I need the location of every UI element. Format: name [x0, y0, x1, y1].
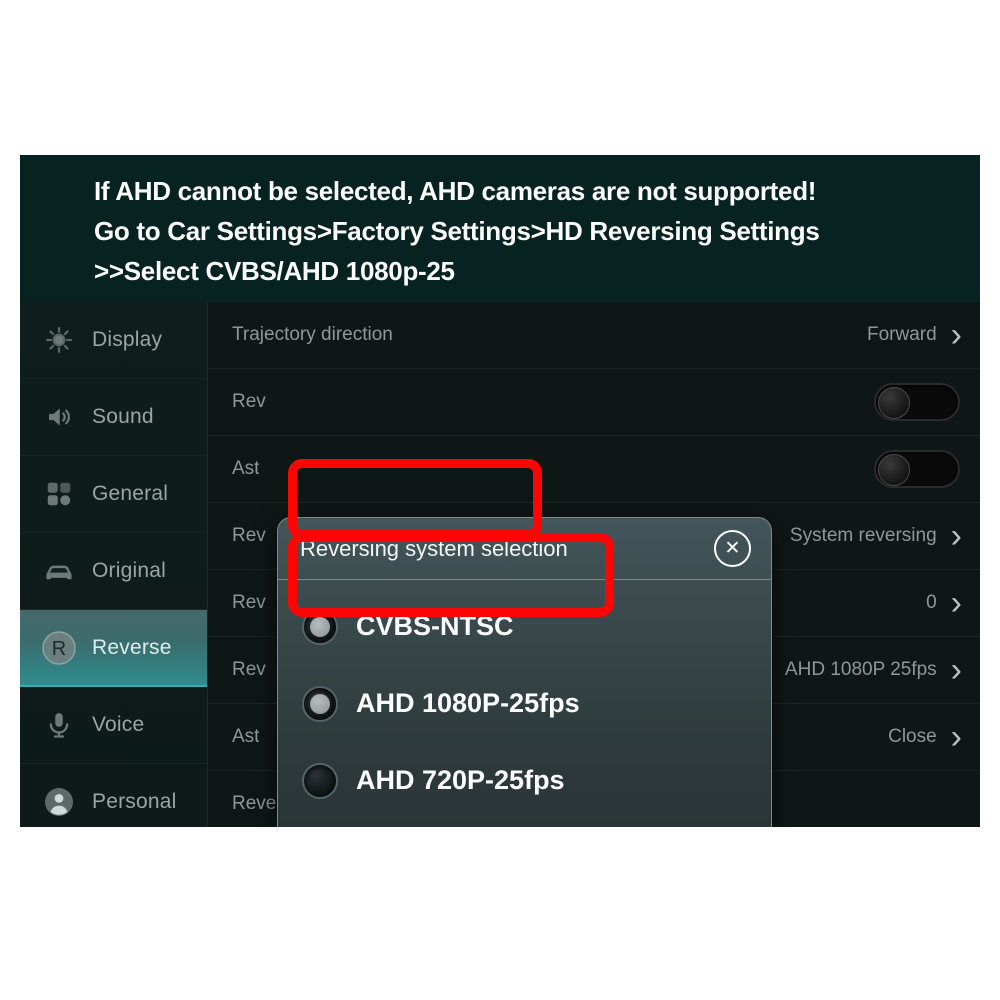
person-icon	[38, 781, 80, 823]
radio-label: AHD 1080P-25fps	[356, 688, 580, 718]
speaker-icon	[38, 396, 80, 438]
row-label: Ast	[232, 458, 260, 479]
sidebar-item-personal[interactable]: Personal	[20, 764, 207, 827]
car-head-unit-screen: If AHD cannot be selected, AHD cameras a…	[20, 155, 980, 827]
reverse-r-icon: R	[38, 627, 80, 669]
chevron-right-icon[interactable]: ›	[951, 519, 962, 553]
sidebar-item-general[interactable]: General	[20, 456, 207, 533]
row-label: Ast	[232, 726, 260, 747]
banner-line-1: If AHD cannot be selected, AHD cameras a…	[94, 176, 817, 206]
table-row[interactable]: Rev	[208, 369, 980, 436]
radio-button[interactable]	[302, 762, 338, 799]
sidebar-item-label: Original	[92, 559, 166, 582]
radio-button[interactable]	[302, 685, 338, 722]
radio-label: AHD 720P-25fps	[356, 765, 565, 795]
row-label: Rev	[232, 659, 266, 680]
chevron-right-icon[interactable]: ›	[951, 720, 962, 754]
radio-option-ahd-1080p-25fps[interactable]: AHD 1080P-25fps	[278, 665, 771, 742]
radio-dot	[310, 693, 330, 714]
row-control	[874, 450, 966, 488]
row-control: System reversing ›	[790, 519, 966, 553]
chevron-right-icon[interactable]: ›	[951, 586, 962, 620]
chevron-right-icon[interactable]: ›	[951, 653, 962, 687]
svg-text:R: R	[52, 638, 66, 660]
table-row[interactable]: Trajectory direction Forward ›	[208, 302, 980, 369]
row-value: Forward	[866, 324, 937, 345]
microphone-icon	[38, 704, 80, 746]
row-value: System reversing	[789, 525, 937, 546]
dialog-header: Reversing system selection ✕	[278, 518, 771, 580]
sidebar-item-label: Display	[92, 328, 163, 351]
row-control: AHD 1080P 25fps ›	[785, 653, 966, 687]
row-control	[874, 383, 966, 421]
sidebar-item-sound[interactable]: Sound	[20, 379, 207, 456]
row-value: 0	[926, 592, 937, 613]
row-control: Close ›	[888, 720, 966, 754]
row-control: 0 ›	[926, 586, 966, 620]
row-label: Rev	[232, 592, 266, 613]
toggle-switch[interactable]	[874, 450, 960, 488]
dialog-title: Reversing system selection	[300, 535, 568, 561]
row-value: Close	[888, 726, 937, 747]
sidebar-item-label: General	[92, 482, 169, 505]
banner-line-2: Go to Car Settings>Factory Settings>HD R…	[94, 216, 820, 246]
row-control: Forward ›	[867, 318, 966, 352]
radio-button[interactable]	[302, 608, 338, 645]
sidebar-item-display[interactable]: Display	[20, 302, 207, 379]
row-label: Trajectory direction	[232, 324, 393, 345]
row-value: AHD 1080P 25fps	[784, 659, 937, 680]
sidebar-item-label: Reverse	[92, 635, 172, 659]
radio-dot	[310, 616, 330, 637]
radio-option-cvbs-ntsc[interactable]: CVBS-NTSC	[278, 588, 771, 665]
radio-label: CVBS-NTSC	[356, 611, 514, 641]
row-label: Rev	[232, 391, 266, 412]
radio-group: CVBS-NTSC AHD 1080P-25fps AHD 720P-25fps…	[278, 580, 771, 827]
sidebar-item-reverse[interactable]: R Reverse	[20, 610, 207, 687]
sidebar-item-voice[interactable]: Voice	[20, 687, 207, 764]
table-row[interactable]: Ast	[208, 436, 980, 503]
toggle-switch[interactable]	[874, 383, 960, 421]
toggle-knob	[878, 387, 910, 419]
brightness-icon	[38, 319, 80, 361]
instruction-banner: If AHD cannot be selected, AHD cameras a…	[20, 155, 980, 302]
car-icon	[38, 550, 80, 592]
settings-sidebar: Display Sound General Original R Reverse…	[20, 302, 208, 827]
radio-option-ahd-720p-25fps[interactable]: AHD 720P-25fps	[278, 742, 771, 819]
screenshot-canvas: If AHD cannot be selected, AHD cameras a…	[0, 0, 1000, 1000]
row-label: Rev	[232, 525, 266, 546]
sidebar-item-label: Sound	[92, 405, 154, 428]
reversing-system-dialog: Reversing system selection ✕ CVBS-NTSC A…	[277, 517, 772, 827]
radio-option-ahd-1080p-30fps[interactable]: AHD 1080P-30fps	[278, 819, 771, 827]
close-icon[interactable]: ✕	[714, 530, 751, 567]
sidebar-item-label: Personal	[92, 790, 177, 813]
grid-icon	[38, 473, 80, 515]
banner-line-3: >>Select CVBS/AHD 1080p-25	[94, 256, 455, 286]
sidebar-item-label: Voice	[92, 713, 145, 736]
chevron-right-icon[interactable]: ›	[951, 318, 962, 352]
toggle-knob	[878, 454, 910, 486]
sidebar-item-original[interactable]: Original	[20, 533, 207, 610]
settings-body: Display Sound General Original R Reverse…	[20, 302, 980, 827]
